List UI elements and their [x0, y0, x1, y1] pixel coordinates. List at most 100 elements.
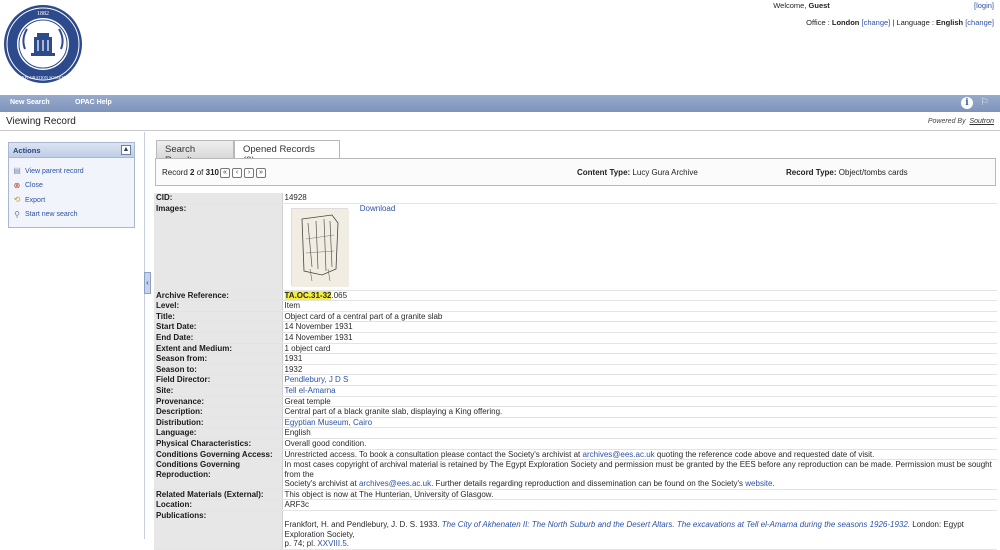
content-type: Content Type: Lucy Gura Archive — [577, 168, 698, 177]
table-row: Language: English — [154, 427, 997, 439]
table-row: Images: Download — [154, 203, 997, 291]
previous-record-button[interactable]: ‹ — [232, 168, 242, 178]
images-cell: Download — [282, 203, 997, 291]
office-change-link[interactable]: [change] — [861, 18, 890, 27]
table-row: Archive Reference: TA.OC.31-32.065 — [154, 290, 997, 302]
first-record-button[interactable]: « — [220, 168, 230, 178]
table-row: Conditions Governing Reproduction: In most… — [154, 459, 997, 490]
access-value: Unrestricted access. To book a consultat… — [282, 449, 997, 461]
field-label: Conditions Governing Reproduction: — [154, 459, 283, 490]
table-row: Description: Central part of a black gran… — [154, 406, 997, 418]
record-thumbnail-image[interactable] — [290, 207, 349, 287]
opac-help-link[interactable]: OPAC Help — [75, 99, 112, 106]
field-label: Publications: — [154, 510, 283, 550]
season-to-value: 1932 — [282, 364, 997, 376]
reproduction-email-link[interactable]: archives@ees.ac.uk — [359, 479, 431, 488]
field-label: Field Director: — [154, 374, 283, 386]
table-row: Site: Tell el-Amarna — [154, 385, 997, 397]
actions-title: Actions — [13, 146, 41, 155]
language-name: English — [936, 18, 964, 27]
language-value: English — [282, 427, 997, 439]
collapse-sidebar-handle[interactable]: ‹ — [144, 272, 151, 294]
field-label: CID: — [154, 193, 283, 204]
field-label: End Date: — [154, 332, 283, 344]
new-search-link[interactable]: New Search — [10, 99, 50, 106]
actions-panel: Actions ▲ ▤ View parent record ⊗ Close ⟲ Ex… — [8, 142, 135, 228]
field-label: Title: — [154, 311, 283, 323]
table-row: Field Director: Pendlebury, J D S — [154, 374, 997, 386]
office-name: London — [831, 18, 860, 27]
close-icon: ⊗ — [13, 180, 21, 190]
distribution-link[interactable]: Egyptian Museum, Cairo — [285, 418, 373, 427]
field-director-link[interactable]: Pendlebury, J D S — [285, 375, 349, 384]
field-label: Extent and Medium: — [154, 343, 283, 355]
panel-divider — [144, 132, 145, 539]
flag-icon[interactable]: ⚐ — [980, 97, 989, 109]
field-label: Season from: — [154, 353, 283, 365]
highlighted-reference: TA.OC.31-32 — [284, 290, 332, 300]
record-counter: Record 2 of 310 — [162, 168, 219, 177]
field-label: Archive Reference: — [154, 290, 283, 302]
info-icon[interactable]: i — [961, 97, 973, 109]
table-row: Provenance: Great temple — [154, 396, 997, 408]
publications-value: Frankfort, H. and Pendlebury, J. D. S. 1… — [282, 510, 997, 550]
field-label: Images: — [154, 203, 283, 291]
actions-list: ▤ View parent record ⊗ Close ⟲ Export ⚲ Star… — [9, 158, 134, 228]
cid-value: 14928 — [282, 193, 997, 204]
page-title: Viewing Record — [6, 116, 76, 127]
table-row: Location: ARF3c — [154, 499, 997, 512]
table-row: Extent and Medium: 1 object card — [154, 343, 997, 355]
field-label: Season to: — [154, 364, 283, 376]
plate-link[interactable]: XXVIII.5 — [317, 539, 346, 548]
collapse-actions-button[interactable]: ▲ — [121, 145, 131, 155]
field-label: Language: — [154, 427, 283, 439]
welcome-text: Welcome, Guest [login] — [773, 1, 994, 10]
reproduction-value: In most cases copyright of archival mate… — [282, 459, 997, 490]
main-nav: New Search OPAC Help i ⚐ — [0, 95, 1000, 112]
table-row: Season from: 1931 — [154, 353, 997, 365]
field-label: Distribution: — [154, 417, 283, 429]
language-change-link[interactable]: [change] — [965, 18, 994, 27]
close-action[interactable]: ⊗ Close — [13, 179, 130, 194]
field-label: Description: — [154, 406, 283, 418]
start-new-search-action[interactable]: ⚲ Start new search — [13, 208, 130, 223]
login-link[interactable]: [login] — [974, 1, 994, 10]
start-date-value: 14 November 1931 — [282, 321, 997, 333]
end-date-value: 14 November 1931 — [282, 332, 997, 344]
username: Guest — [808, 1, 830, 10]
table-row: End Date: 14 November 1931 — [154, 332, 997, 344]
last-record-button[interactable]: » — [256, 168, 266, 178]
vendor-link[interactable]: Soutron — [969, 118, 994, 125]
related-materials-value: This object is now at The Hunterian, Uni… — [282, 489, 997, 501]
office-language-bar: Office : London [change] | Language : En… — [806, 18, 994, 27]
table-row: Conditions Governing Access: Unrestricted… — [154, 449, 997, 461]
extent-value: 1 object card — [282, 343, 997, 355]
title-value: Object card of a central part of a grani… — [282, 311, 997, 323]
svg-text:EXPLORATION SOCIETY: EXPLORATION SOCIETY — [19, 75, 67, 80]
svg-text:1882: 1882 — [37, 11, 49, 17]
tab-opened-records[interactable]: Opened Records (3)▼ — [234, 140, 340, 166]
download-link[interactable]: Download — [360, 204, 396, 214]
next-record-button[interactable]: › — [244, 168, 254, 178]
archivist-email-link[interactable]: archives@ees.ac.uk — [583, 450, 655, 459]
field-label: Conditions Governing Access: — [154, 449, 283, 461]
record-navigation-bar: Record 2 of 310 « ‹ › » Content Type: Lu… — [155, 158, 996, 186]
table-row: CID: 14928 — [154, 193, 997, 204]
physical-characteristics-value: Overall good condition. — [282, 438, 997, 450]
field-label: Level: — [154, 300, 283, 312]
record-type: Record Type: Object/tombs cards — [786, 168, 908, 177]
field-label: Provenance: — [154, 396, 283, 408]
table-row: Season to: 1932 — [154, 364, 997, 376]
tab-search-results[interactable]: Search Results — [156, 140, 234, 166]
export-action[interactable]: ⟲ Export — [13, 193, 130, 208]
description-value: Central part of a black granite slab, di… — [282, 406, 997, 418]
field-label: Related Materials (External): — [154, 489, 283, 501]
publication-title-link[interactable]: The City of Akhenaten II: The North Subu… — [442, 520, 910, 529]
field-label: Location: — [154, 499, 283, 512]
society-logo[interactable]: 1882 EXPLORATION SOCIETY — [3, 1, 83, 87]
site-link[interactable]: Tell el-Amarna — [285, 386, 336, 395]
record-details-table: CID: 14928 Images: Download Archive Refer… — [154, 193, 997, 550]
society-website-link[interactable]: website — [745, 479, 772, 488]
level-value: Item — [282, 300, 997, 312]
view-parent-record-action[interactable]: ▤ View parent record — [13, 164, 130, 179]
